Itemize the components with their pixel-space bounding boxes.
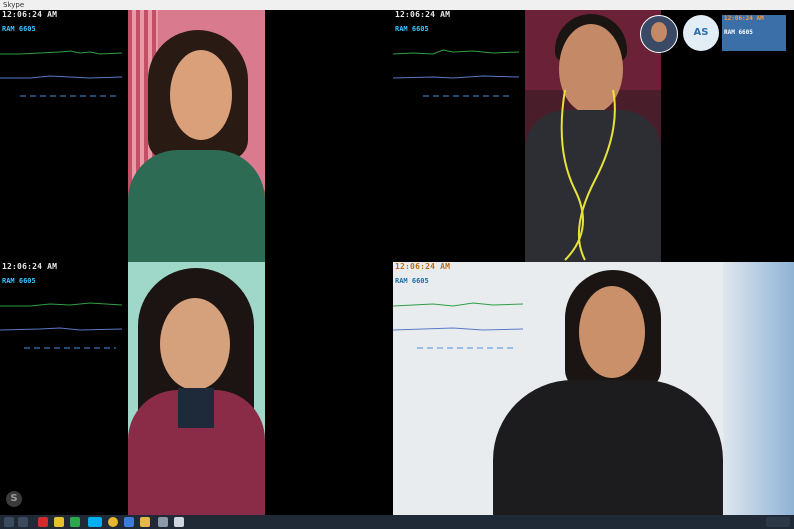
skype-taskbar-icon[interactable] (88, 517, 102, 527)
search-icon[interactable] (18, 517, 28, 527)
cpu-graph (393, 49, 520, 97)
video-tile-2[interactable] (525, 10, 661, 262)
video-tile-1[interactable] (128, 10, 265, 262)
stats-overlay-2: 12:06:24 AM RAM 6605 (393, 10, 525, 110)
pip-ram-text: RAM 6605 (724, 29, 753, 36)
app-icon-blue[interactable] (124, 517, 134, 527)
clock-text: 12:06:24 AM (2, 10, 58, 19)
folder-icon[interactable] (140, 517, 150, 527)
earphone-cable (560, 89, 616, 261)
self-video-pip[interactable] (640, 15, 678, 53)
video-call-stage: 12:06:24 AM RAM 6605 12:06:24 AM RAM 660… (0, 10, 794, 515)
app-icon-light[interactable] (174, 517, 184, 527)
app-icon-gray[interactable] (158, 517, 168, 527)
video-tile-3[interactable] (128, 262, 265, 515)
dark-scarf (178, 388, 214, 428)
clock-text: 12:06:24 AM (2, 262, 58, 271)
participant-avatar[interactable]: AS (683, 15, 719, 51)
clock-text: 12:06:24 AM (395, 262, 451, 271)
window-title: Skype (3, 1, 25, 9)
avatar-initials: AS (693, 27, 709, 38)
system-tray-icons[interactable] (766, 517, 790, 527)
stats-overlay-3: 12:06:24 AM RAM 6605 (0, 262, 128, 362)
ram-text: RAM 6605 (2, 25, 36, 33)
ram-text: RAM 6605 (395, 25, 429, 33)
stats-overlay-4: 12:06:24 AM RAM 6605 (393, 262, 543, 362)
clock-text: 12:06:24 AM (395, 10, 451, 19)
ram-text: RAM 6605 (2, 277, 36, 285)
face (170, 50, 232, 140)
app-icon-chrome[interactable] (108, 517, 118, 527)
cpu-graph (0, 302, 123, 349)
face (160, 298, 230, 390)
cpu-graph (0, 50, 123, 97)
green-jacket (128, 150, 265, 262)
app-icon-yellow[interactable] (54, 517, 64, 527)
app-icon-red[interactable] (38, 517, 48, 527)
pip-clock-text: 12:06:24 AM (724, 15, 764, 22)
curtain (723, 262, 794, 515)
video-tile-4[interactable]: 12:06:24 AM RAM 6605 (393, 262, 794, 515)
ram-text: RAM 6605 (395, 277, 429, 285)
pip-face (651, 22, 667, 42)
windows-taskbar (0, 515, 794, 529)
skype-icon[interactable]: S (6, 491, 22, 507)
cpu-graph (393, 302, 524, 349)
app-icon-green[interactable] (70, 517, 80, 527)
face (579, 286, 645, 378)
start-icon[interactable] (4, 517, 14, 527)
stats-overlay-1: 12:06:24 AM RAM 6605 (0, 10, 128, 110)
participant-video-thumb[interactable]: 12:06:24 AM RAM 6605 (722, 15, 786, 51)
black-jacket (493, 380, 723, 515)
